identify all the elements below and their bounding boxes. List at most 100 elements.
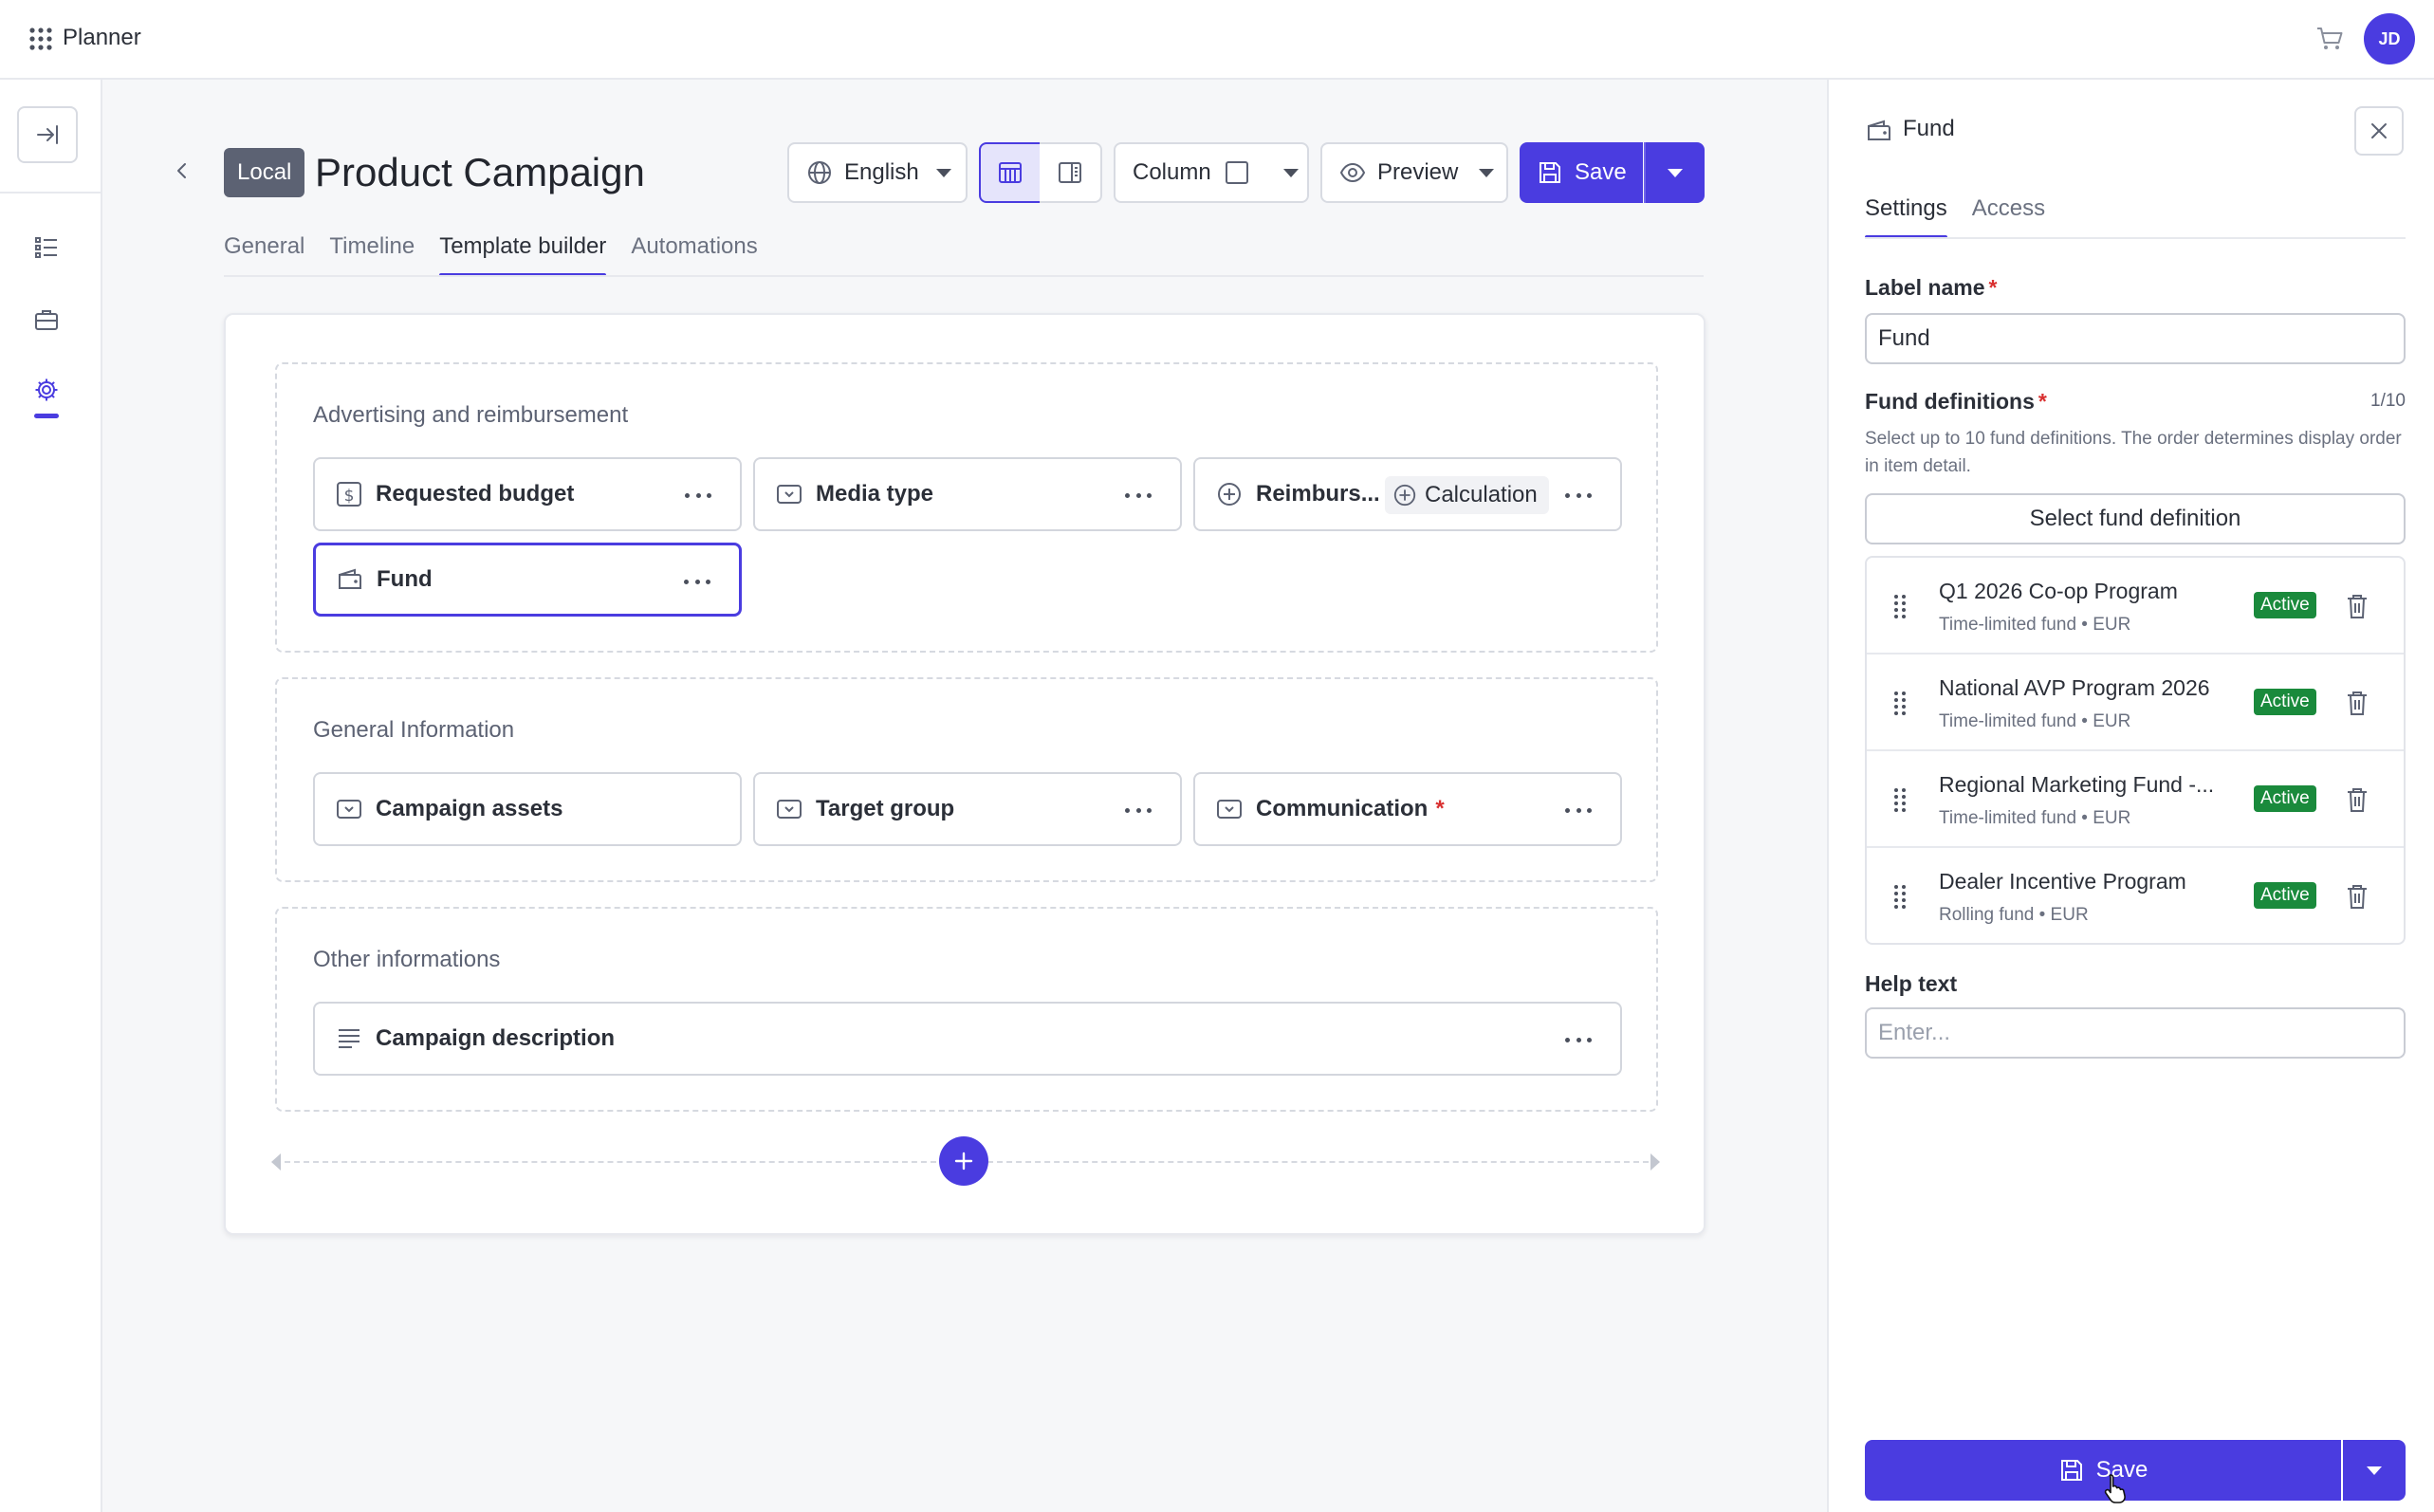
fund-definition-name: National AVP Program 2026	[1939, 675, 2210, 700]
save-button[interactable]: Save	[1520, 142, 1643, 203]
trash-icon[interactable]	[2345, 882, 2369, 911]
svg-text:$: $	[344, 487, 355, 506]
tab-settings[interactable]: Settings	[1865, 195, 1947, 239]
add-section-button[interactable]	[939, 1136, 988, 1186]
fund-definitions-label: Fund definitions *	[1865, 389, 2047, 415]
fund-definition-name: Q1 2026 Co-op Program	[1939, 579, 2178, 603]
fund-definition-row[interactable]: Dealer Incentive Program Rolling fund • …	[1867, 848, 2404, 945]
field-communication[interactable]: Communication *	[1193, 772, 1622, 846]
fund-definition-row[interactable]: Q1 2026 Co-op Program Time-limited fund …	[1867, 558, 2404, 655]
fund-definition-meta: Time-limited fund • EUR	[1939, 615, 2131, 635]
tab-automations[interactable]: Automations	[631, 233, 757, 277]
section-advertising[interactable]: Advertising and reimbursement $ Requeste…	[275, 362, 1658, 653]
section-other-informations[interactable]: Other informations Campaign description	[275, 907, 1658, 1112]
tab-timeline[interactable]: Timeline	[329, 233, 415, 277]
field-campaign-description[interactable]: Campaign description	[313, 1002, 1622, 1076]
section-general-information[interactable]: General Information Campaign assets Targ…	[275, 677, 1658, 882]
page-title: Product Campaign	[315, 150, 645, 194]
drag-handle-icon[interactable]	[1893, 691, 1907, 715]
language-select[interactable]: English	[787, 142, 968, 203]
preview-label: Preview	[1377, 159, 1459, 185]
chevron-down-icon	[1282, 168, 1299, 177]
fund-definition-row[interactable]: National AVP Program 2026 Time-limited f…	[1867, 655, 2404, 751]
chevron-down-icon	[1479, 168, 1495, 177]
help-text-input[interactable]: Enter...	[1865, 1007, 2406, 1059]
trash-icon[interactable]	[2345, 689, 2369, 717]
status-badge: Active	[2254, 882, 2316, 909]
more-options-icon[interactable]	[685, 484, 711, 507]
layout-grid-toggle[interactable]	[979, 142, 1042, 203]
trash-icon[interactable]	[2345, 785, 2369, 814]
required-asterisk: *	[2038, 389, 2047, 414]
more-options-icon[interactable]	[1565, 1028, 1592, 1051]
rail-item-briefcase[interactable]	[30, 304, 63, 336]
select-fund-definition-button[interactable]: Select fund definition	[1865, 493, 2406, 544]
panel-tabs: Settings Access	[1865, 195, 2070, 239]
field-reimbursement[interactable]: Reimburs... Calculation	[1193, 457, 1622, 531]
more-options-icon[interactable]	[684, 570, 710, 593]
drag-handle-icon[interactable]	[1893, 884, 1907, 909]
fund-definition-meta: Time-limited fund • EUR	[1939, 808, 2131, 828]
status-badge: Active	[2254, 689, 2316, 715]
dropdown-field-icon	[777, 800, 802, 819]
label-name-label: Label name *	[1865, 275, 1998, 301]
rail-item-list[interactable]	[30, 231, 63, 264]
field-requested-budget[interactable]: $ Requested budget	[313, 457, 742, 531]
drag-handle-icon[interactable]	[1893, 787, 1907, 812]
eye-icon	[1339, 162, 1366, 183]
label-name-input[interactable]: Fund	[1865, 313, 2406, 364]
fund-definitions-count: 1/10	[2370, 391, 2406, 411]
chevron-down-icon	[2367, 1466, 2382, 1475]
more-options-icon[interactable]	[1125, 799, 1152, 821]
dropdown-field-icon	[777, 485, 802, 504]
app-name: Planner	[63, 25, 141, 50]
rail-item-settings[interactable]	[30, 374, 63, 406]
field-target-group[interactable]: Target group	[753, 772, 1182, 846]
field-campaign-assets[interactable]: Campaign assets	[313, 772, 742, 846]
save-options-button[interactable]	[1644, 142, 1705, 203]
chevron-down-icon	[935, 168, 951, 177]
fund-definition-row[interactable]: Regional Marketing Fund -... Time-limite…	[1867, 751, 2404, 848]
help-text-label: Help text	[1865, 971, 1958, 996]
back-chevron-icon[interactable]	[171, 159, 194, 182]
tab-template-builder[interactable]: Template builder	[439, 233, 607, 277]
list-icon	[35, 237, 57, 258]
status-badge: Active	[2254, 785, 2316, 812]
expand-right-icon	[37, 125, 58, 144]
preview-button[interactable]: Preview	[1320, 142, 1508, 203]
chevron-down-icon	[1668, 168, 1683, 177]
more-options-icon[interactable]	[1565, 484, 1592, 507]
user-avatar[interactable]: JD	[2364, 13, 2415, 65]
cart-icon[interactable]	[2314, 23, 2347, 55]
more-options-icon[interactable]	[1125, 484, 1152, 507]
more-options-icon[interactable]	[1565, 799, 1592, 821]
column-select[interactable]: Column	[1114, 142, 1309, 203]
gear-icon	[35, 378, 58, 401]
trash-icon[interactable]	[2345, 592, 2369, 620]
tab-general[interactable]: General	[224, 233, 304, 277]
panel-save-options-button[interactable]	[2343, 1440, 2406, 1501]
app-grid-icon[interactable]	[28, 27, 53, 51]
calculation-chip-label: Calculation	[1425, 482, 1538, 507]
tab-access[interactable]: Access	[1972, 195, 2045, 239]
rail-active-indicator	[34, 414, 59, 418]
calculation-chip[interactable]: Calculation	[1385, 476, 1549, 514]
scope-badge: Local	[224, 148, 305, 197]
field-label: Campaign description	[376, 1025, 616, 1051]
layout-sidebar-toggle[interactable]	[1040, 142, 1102, 203]
fund-definition-meta: Rolling fund • EUR	[1939, 905, 2089, 925]
tabs-divider	[224, 275, 1704, 277]
arrow-left-icon	[271, 1153, 281, 1171]
drag-handle-icon[interactable]	[1893, 594, 1907, 618]
fund-definitions-list: Q1 2026 Co-op Program Time-limited fund …	[1865, 556, 2406, 945]
expand-sidebar-button[interactable]	[17, 106, 78, 163]
field-fund[interactable]: Fund	[313, 543, 742, 617]
left-rail	[0, 80, 102, 1512]
fund-definition-name: Regional Marketing Fund -...	[1939, 772, 2215, 797]
close-panel-button[interactable]	[2354, 106, 2404, 156]
required-asterisk: *	[1988, 275, 1998, 300]
language-label: English	[844, 159, 919, 185]
field-label: Media type	[816, 481, 934, 507]
field-media-type[interactable]: Media type	[753, 457, 1182, 531]
dropdown-field-icon	[337, 800, 361, 819]
